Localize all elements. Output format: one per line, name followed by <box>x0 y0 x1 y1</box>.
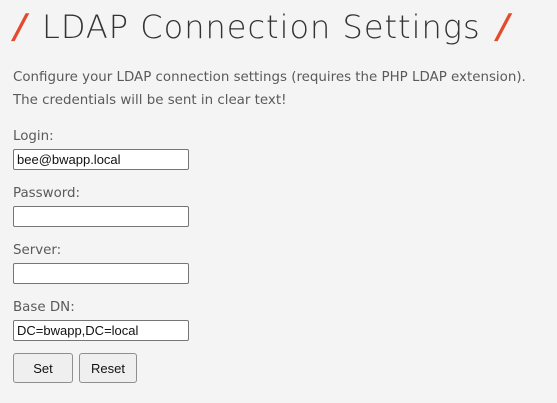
server-input[interactable] <box>13 263 189 284</box>
set-button[interactable]: Set <box>13 353 73 383</box>
page-heading: / LDAP Connection Settings / <box>10 0 515 54</box>
description-line-1: Configure your LDAP connection settings … <box>13 70 526 85</box>
heading-slash-right: / <box>492 7 515 47</box>
reset-button[interactable]: Reset <box>79 353 137 383</box>
login-input[interactable] <box>13 149 189 170</box>
password-label: Password: <box>13 186 81 201</box>
server-label: Server: <box>13 243 62 258</box>
login-label: Login: <box>13 129 54 144</box>
password-input[interactable] <box>13 206 189 227</box>
heading-slash-left: / <box>9 7 32 47</box>
base-dn-input[interactable] <box>13 320 189 341</box>
base-dn-label: Base DN: <box>13 300 75 315</box>
description-line-2: The credentials will be sent in clear te… <box>13 93 287 108</box>
page-title: LDAP Connection Settings <box>42 8 481 46</box>
page-description: Configure your LDAP connection settings … <box>13 66 553 112</box>
